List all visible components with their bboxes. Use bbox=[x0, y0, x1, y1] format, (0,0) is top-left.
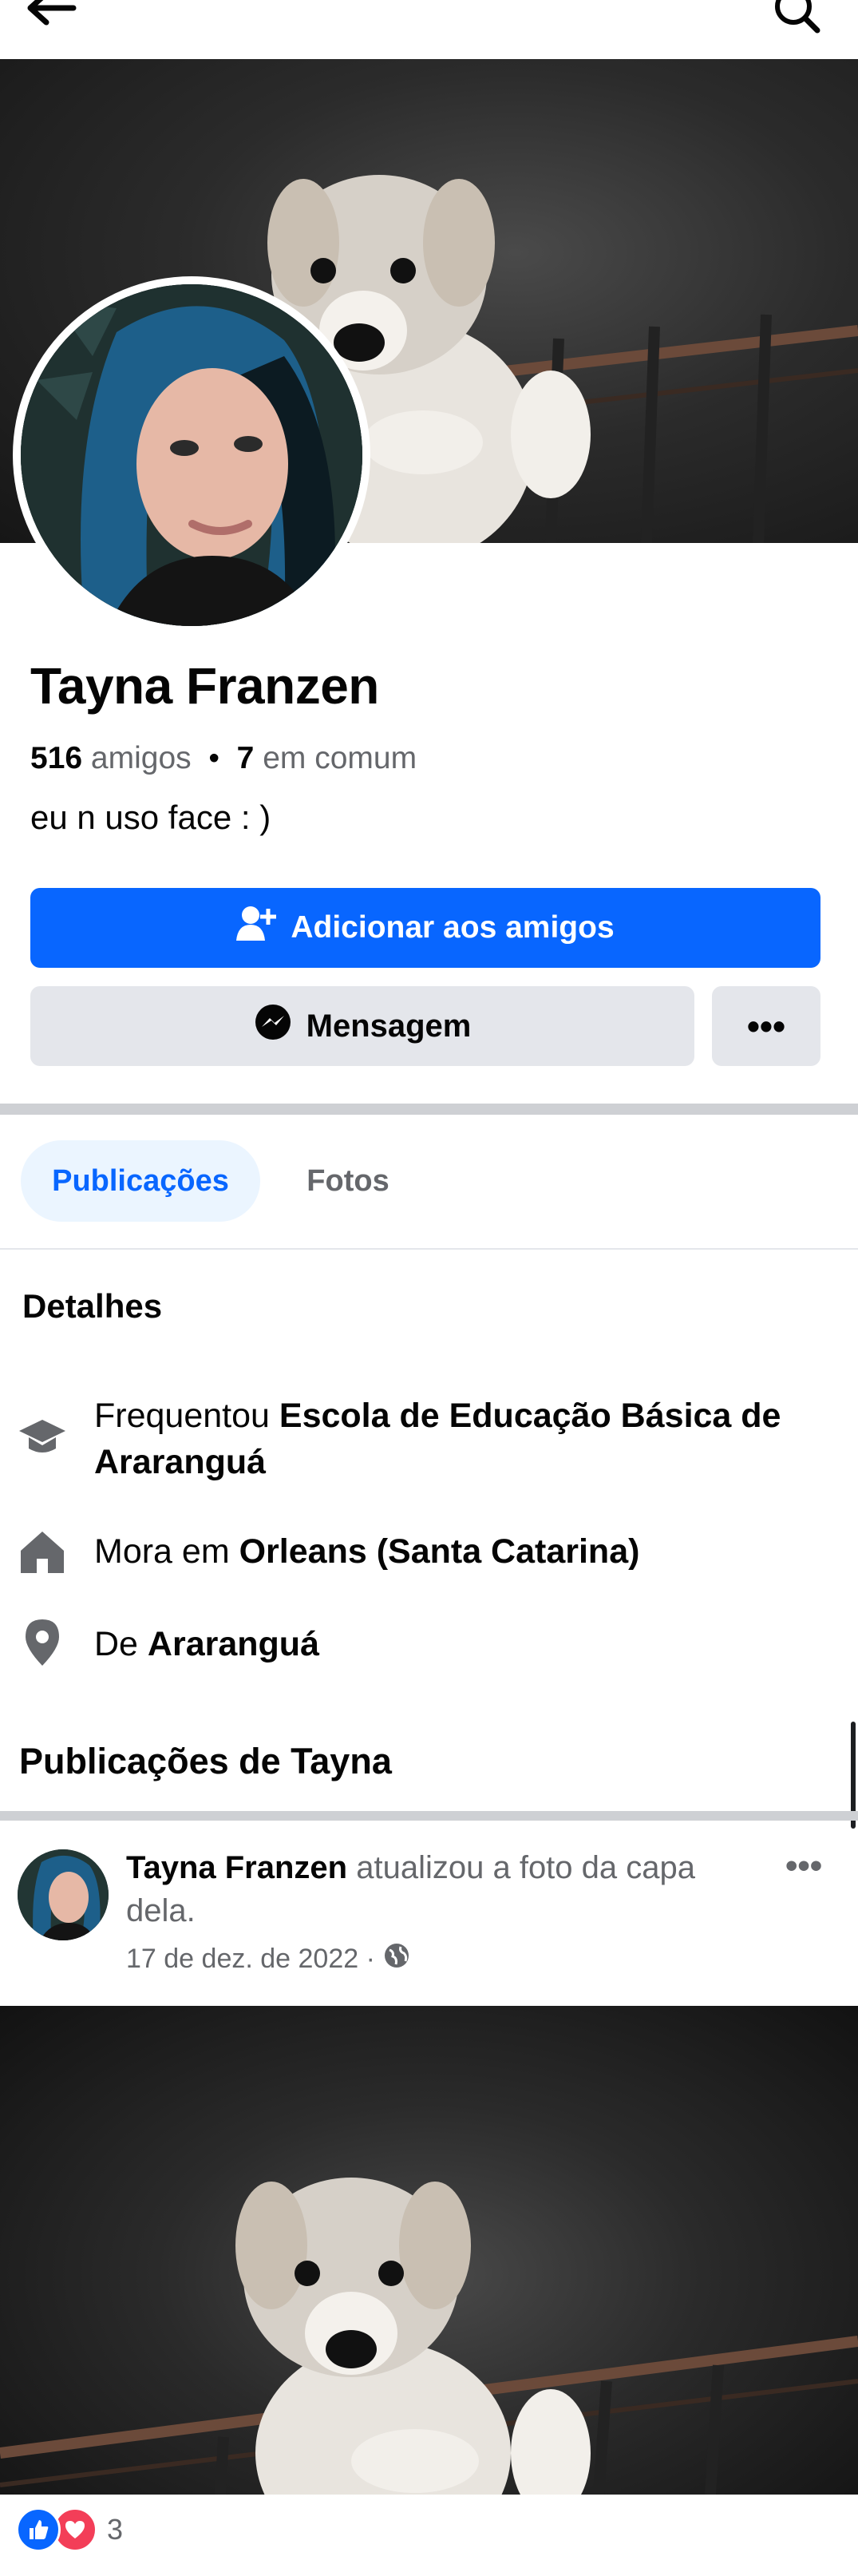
reaction-count: 3 bbox=[107, 2513, 124, 2546]
message-label: Mensagem bbox=[306, 1008, 472, 1044]
post-meta: 17 de dez. de 2022 · bbox=[126, 1942, 410, 1976]
home-prefix: Mora em bbox=[94, 1532, 230, 1571]
home-detail[interactable]: Mora em Orleans (Santa Catarina) bbox=[94, 1528, 828, 1575]
globe-icon bbox=[383, 1942, 410, 1976]
posts-divider bbox=[0, 1811, 858, 1821]
reactions-summary[interactable]: 3 bbox=[16, 2507, 123, 2552]
post-date[interactable]: 17 de dez. de 2022 · bbox=[126, 1944, 375, 1975]
from-detail[interactable]: De Araranguá bbox=[94, 1621, 828, 1667]
more-options-button[interactable]: ••• bbox=[712, 986, 820, 1066]
like-reaction-icon bbox=[16, 2507, 61, 2552]
post-image[interactable] bbox=[0, 2006, 858, 2495]
from-place: Araranguá bbox=[147, 1625, 319, 1663]
section-divider bbox=[0, 1104, 858, 1115]
details-heading: Detalhes bbox=[22, 1287, 163, 1325]
post-more-button[interactable]: ••• bbox=[785, 1846, 822, 1886]
friends-count: 516 bbox=[30, 741, 83, 775]
top-bar bbox=[0, 0, 858, 59]
back-arrow-icon[interactable] bbox=[22, 0, 78, 40]
post-author-name[interactable]: Tayna Franzen bbox=[126, 1850, 347, 1885]
post-header: Tayna Franzen atualizou a foto da capa d… bbox=[126, 1846, 765, 1932]
education-detail[interactable]: Frequentou Escola de Educação Básica de … bbox=[94, 1393, 828, 1485]
post-author-avatar[interactable] bbox=[18, 1849, 109, 1940]
add-friend-button[interactable]: Adicionar aos amigos bbox=[30, 888, 820, 968]
posts-heading: Publicações de Tayna bbox=[19, 1741, 392, 1781]
person-plus-icon bbox=[236, 906, 277, 950]
location-pin-icon bbox=[18, 1618, 67, 1667]
tab-fotos[interactable]: Fotos bbox=[276, 1140, 420, 1222]
profile-avatar[interactable] bbox=[21, 284, 362, 626]
profile-name: Tayna Franzen bbox=[30, 657, 379, 715]
profile-bio: eu n uso face : ) bbox=[30, 799, 271, 836]
message-button[interactable]: Mensagem bbox=[30, 986, 694, 1066]
mutual-label: em comum bbox=[263, 741, 417, 775]
friends-label: amigos bbox=[90, 741, 192, 775]
home-place: Orleans (Santa Catarina) bbox=[239, 1532, 640, 1571]
separator-dot: • bbox=[208, 741, 219, 775]
messenger-icon bbox=[254, 1003, 292, 1049]
graduation-cap-icon bbox=[18, 1412, 67, 1461]
from-prefix: De bbox=[94, 1625, 138, 1663]
friends-stats[interactable]: 516 amigos • 7 em comum bbox=[30, 741, 417, 776]
mutual-count: 7 bbox=[236, 741, 255, 775]
tabs-divider bbox=[0, 1248, 858, 1250]
add-friend-label: Adicionar aos amigos bbox=[291, 910, 615, 945]
tab-publicacoes[interactable]: Publicações bbox=[21, 1140, 260, 1222]
house-icon bbox=[18, 1527, 67, 1576]
search-icon[interactable] bbox=[766, 0, 822, 40]
education-prefix: Frequentou bbox=[94, 1397, 270, 1435]
ellipsis-icon: ••• bbox=[746, 1005, 786, 1047]
